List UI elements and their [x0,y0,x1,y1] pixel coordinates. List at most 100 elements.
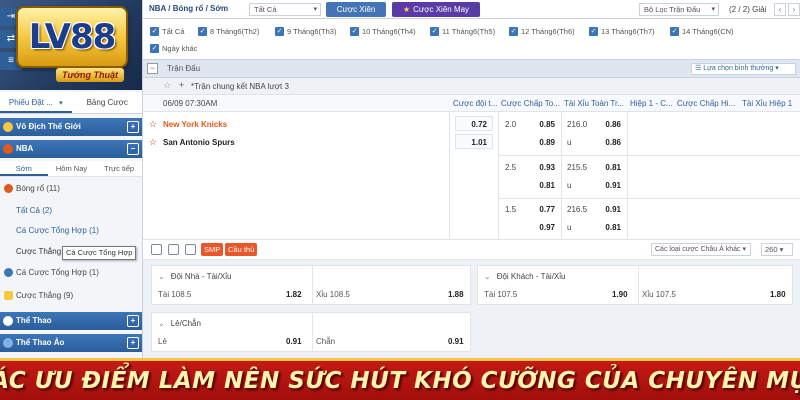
tab-early[interactable]: Sớm [0,161,48,176]
xiu-selection[interactable]: Xỉu 108.5 [316,288,350,302]
market-header[interactable]: ⌄ Lẻ/Chẵn [158,319,201,328]
calendar-icon[interactable] [185,244,196,255]
parlay-button[interactable]: Cược Xiên [326,2,386,17]
sidebar-item-win-2[interactable]: Cược Thắng (9) [0,287,142,305]
tab-bet-slip[interactable]: Phiếu Đặt ... ▾ [0,92,72,113]
sidebar-section-virtual[interactable]: Thể Thao Ảo + [0,334,142,352]
tai-selection[interactable]: Tài 108.5 [158,288,191,302]
player-tag[interactable]: Cầu thủ [225,243,258,256]
market-header[interactable]: ⌄ Đội Khách - Tài/Xỉu [484,272,565,281]
odd-over[interactable]: 0.86 [593,120,621,129]
odd-moneyline-home[interactable]: 0.72 [455,120,487,129]
table-icon[interactable] [168,244,179,255]
count-select[interactable]: 260 ▾ [761,243,793,256]
tai-odd[interactable]: 1.90 [612,288,628,302]
divider [449,112,450,240]
odd-odd[interactable]: 0.91 [286,335,302,349]
under-label: u [567,223,572,232]
filter-date-10[interactable]: ✓ 10 Tháng6(Th4) [350,26,416,38]
odd-under[interactable]: 0.91 [593,181,621,190]
tai-odd[interactable]: 1.82 [286,288,302,302]
tai-selection[interactable]: Tài 107.5 [484,288,517,302]
table-title: Trận Đấu [167,64,201,73]
collapse-icon[interactable]: − [147,63,158,74]
sidebar-item-count: (1) [89,226,99,235]
under-label: u [567,181,572,190]
filter-date-9[interactable]: ✓ 9 Tháng6(Th3) [275,26,336,38]
league-row[interactable]: ☆ + *Trận chung kết NBA lượt 3 [143,78,800,95]
odd-handicap-away[interactable]: 0.81 [527,181,555,190]
odd-handicap-home[interactable]: 0.77 [527,205,555,214]
filter-all[interactable]: ✓ Tất Cả [150,26,185,38]
sidebar-item-count: (1) [89,268,99,277]
filter-date-14[interactable]: ✓ 14 Tháng6(CN) [670,26,734,38]
markets-panel: ⌄ Đội Nhà - Tài/Xỉu Tài 108.5 1.82 Xỉu 10… [143,260,800,360]
market-header[interactable]: ⌄ Đội Nhà - Tài/Xỉu [158,272,231,281]
prev-page-button[interactable]: ‹ [774,3,786,16]
filter-date-11[interactable]: ✓ 11 Tháng6(Th5) [430,26,495,38]
sidebar-item-basketball[interactable]: Bóng rổ (11) [0,180,142,198]
checkbox-checked-icon: ✓ [509,27,518,36]
next-page-button[interactable]: › [788,3,800,16]
expand-icon[interactable]: + [127,121,139,133]
xiu-line: 108.5 [329,290,350,299]
xiu-odd[interactable]: 1.80 [770,288,786,302]
odd-handicap-away[interactable]: 0.97 [527,223,555,232]
checkbox-checked-icon: ✓ [430,27,439,36]
bottom-banner: CÁC ƯU ĐIỂM LÀM NÊN SỨC HÚT KHÓ CƯỠNG CỦ… [0,358,800,400]
tab-today[interactable]: Hôm Nay [48,161,96,176]
favorite-star-icon[interactable]: ☆ [149,119,157,130]
expand-icon[interactable]: + [127,315,139,327]
odd-selection[interactable]: Lẻ [158,335,167,349]
lucky-parlay-button[interactable]: ★Cược Xiên May Mắn [392,2,480,29]
logo: LV88 [16,6,128,68]
xiu-odd[interactable]: 1.88 [448,288,464,302]
bet-type-select[interactable]: Các loại cược Châu Á khác ▾ [651,243,751,256]
add-icon[interactable]: + [179,80,184,90]
odd-under[interactable]: 0.81 [593,223,621,232]
sidebar-item-parlay[interactable]: Cá Cược Tổng Hợp (1) [0,222,142,240]
filter-other-days[interactable]: ✓ Ngày khác [150,43,197,55]
tab-live[interactable]: Trực tiếp [95,161,142,176]
sidebar-item-basketball-label: Bóng rổ [16,184,45,193]
table-title-bar: − Trận Đấu ☰ Lựa chọn bình thường ▾ [143,60,800,78]
sidebar-section-nba[interactable]: NBA − [0,140,142,158]
odd-moneyline-away[interactable]: 1.01 [455,138,487,147]
col-moneyline: Cược đội t... [453,99,498,108]
sidebar-item-all[interactable]: Tất Cả (2) [0,202,142,220]
col-handicap: Cược Chấp To... [501,99,560,108]
filter-date-13[interactable]: ✓ 13 Tháng6(Th7) [589,26,655,38]
xiu-selection[interactable]: Xỉu 107.5 [642,288,676,302]
expand-icon[interactable]: + [127,337,139,349]
even-selection[interactable]: Chẵn [316,335,335,349]
odd-over[interactable]: 0.81 [593,163,621,172]
match-filter-select[interactable]: Bộ Lọc Trận Đấu ▾ [639,3,719,16]
sport-select[interactable]: Tất Cả ▾ [249,3,321,16]
filter-date-12[interactable]: ✓ 12 Tháng6(Th6) [509,26,575,38]
smp-tag[interactable]: SMP [201,243,224,256]
sort-select-value: Lựa chọn bình thường [703,65,774,72]
sort-select[interactable]: ☰ Lựa chọn bình thường ▾ [691,63,796,75]
divider [498,198,800,199]
odd-under[interactable]: 0.86 [593,138,621,147]
filter-label: 11 Tháng6(Th5) [442,27,496,36]
odd-handicap-home[interactable]: 0.85 [527,120,555,129]
sidebar-section-champion[interactable]: Vô Địch Thế Giới + [0,118,142,136]
odd-handicap-home[interactable]: 0.93 [527,163,555,172]
market-title: Đội Nhà - Tài/Xỉu [170,272,232,281]
odd-handicap-away[interactable]: 0.89 [527,138,555,147]
sidebar-item-parlay-2[interactable]: Cá Cược Tổng Hợp (1) [0,264,142,282]
collapse-icon[interactable]: − [127,143,139,155]
filter-label: Ngày khác [162,44,198,53]
stats-icon[interactable] [151,244,162,255]
chevron-down-icon: ▾ [775,65,779,72]
col-half-handicap: Cược Chấp Hi... [677,99,736,108]
favorite-star-icon[interactable]: ☆ [149,137,157,148]
star-outline-icon[interactable]: ☆ [163,80,171,91]
filter-date-8[interactable]: ✓ 8 Tháng6(Th2) [198,26,259,38]
sidebar-section-sport[interactable]: Thể Thao + [0,312,142,330]
odd-over[interactable]: 0.91 [593,205,621,214]
even-odd[interactable]: 0.91 [448,335,464,349]
filter-label: 8 Tháng6(Th2) [210,27,260,36]
tab-bet-list[interactable]: Bảng Cược [72,92,143,113]
